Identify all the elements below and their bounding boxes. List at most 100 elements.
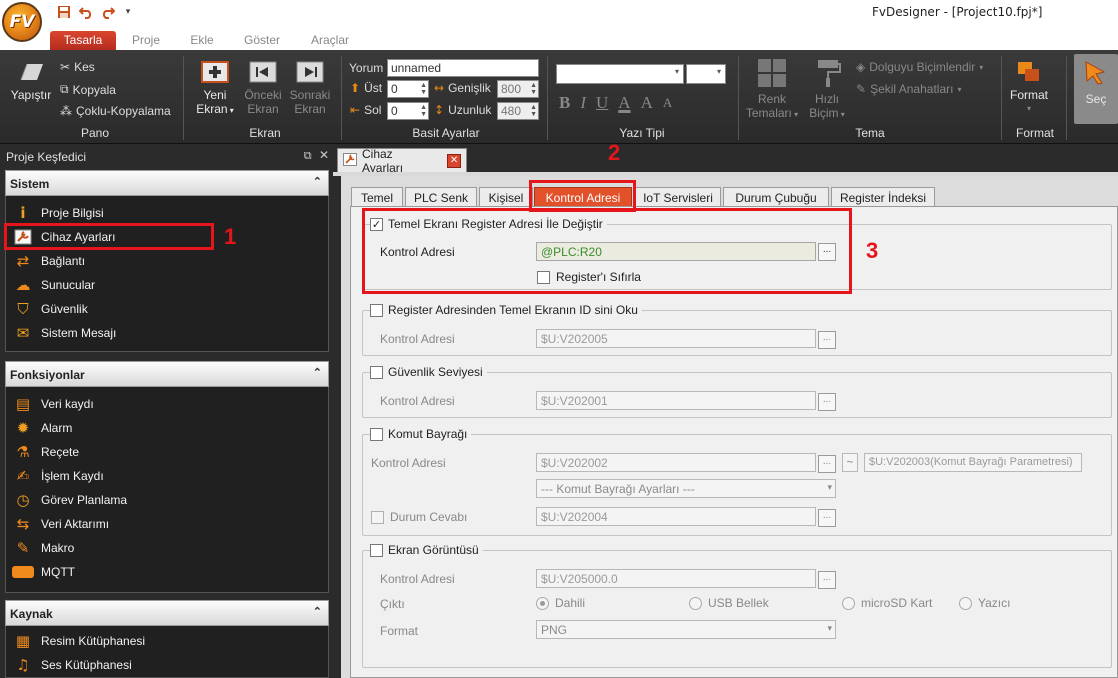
- tab-kisisel[interactable]: Kişisel: [479, 187, 533, 207]
- section-header-kaynak[interactable]: Kaynak ⌃: [5, 600, 329, 626]
- document-tab-cihaz-ayarlari[interactable]: Cihaz Ayarları ✕: [337, 147, 467, 175]
- group-title-ekran-goruntusu[interactable]: Ekran Görüntüsü: [370, 543, 483, 557]
- command-flag-param-input[interactable]: $U:V202003(Komut Bayrağı Parametresi): [864, 453, 1082, 472]
- paste-button[interactable]: Yapıştır: [8, 60, 54, 102]
- font-family-select[interactable]: ▾: [556, 64, 684, 84]
- underline-button[interactable]: U: [596, 93, 608, 113]
- spinner-icon[interactable]: ▲ ▼: [420, 104, 427, 118]
- screenshot-address-input[interactable]: $U:V205000.0: [536, 569, 816, 588]
- browse-address-button[interactable]: ...: [818, 571, 836, 589]
- chevron-up-icon[interactable]: ⌃: [313, 175, 322, 188]
- group-title-komut-bayragi[interactable]: Komut Bayrağı: [370, 427, 472, 441]
- shape-outline-button[interactable]: ✎ Şekil Anahatları ▾: [856, 82, 961, 96]
- section-header-sistem[interactable]: Sistem ⌃: [5, 170, 329, 196]
- nav-item-guvenlik[interactable]: ⛉ Güvenlik: [11, 298, 311, 320]
- tab-tasarla[interactable]: Tasarla: [50, 31, 116, 50]
- color-themes-button[interactable]: Renk Temaları ▾: [744, 58, 800, 122]
- tab-temel[interactable]: Temel: [351, 187, 403, 207]
- tab-goster[interactable]: Göster: [238, 31, 286, 50]
- nav-item-recete[interactable]: ⚗ Reçete: [11, 441, 311, 463]
- browse-address-button[interactable]: ...: [818, 393, 836, 411]
- comment-input[interactable]: unnamed: [387, 59, 539, 77]
- durum-cevabi-option[interactable]: Durum Cevabı: [371, 510, 467, 524]
- bold-button[interactable]: B: [559, 93, 570, 113]
- nav-item-sunucular[interactable]: ☁ Sunucular: [11, 274, 311, 296]
- command-flag-address-input[interactable]: $U:V202002: [536, 453, 816, 472]
- checkbox-durum-cevabi[interactable]: [371, 510, 384, 524]
- security-address-input[interactable]: $U:V202001: [536, 391, 816, 410]
- spinner-icon[interactable]: ▲ ▼: [530, 104, 537, 118]
- group-title-guvenlik-seviyesi[interactable]: Güvenlik Seviyesi: [370, 365, 487, 379]
- spinner-icon[interactable]: ▲ ▼: [530, 82, 537, 96]
- nav-item-resim-kutuphanesi[interactable]: ▦ Resim Kütüphanesi: [11, 630, 311, 652]
- tab-plc-senk[interactable]: PLC Senk: [405, 187, 477, 207]
- radio-dahili[interactable]: Dahili: [536, 596, 585, 610]
- tab-durum-cubugu[interactable]: Durum Çubuğu: [723, 187, 829, 207]
- close-icon[interactable]: ✕: [319, 148, 329, 162]
- tab-proje[interactable]: Proje: [126, 31, 166, 50]
- nav-item-makro[interactable]: ✎ Makro: [11, 537, 311, 559]
- radio-dot[interactable]: [842, 596, 855, 610]
- nav-item-mqtt[interactable]: MQTT: [11, 561, 311, 583]
- checkbox-ekran-goruntusu[interactable]: [370, 543, 383, 557]
- nav-item-ses-kutuphanesi[interactable]: ♫ Ses Kütüphanesi: [11, 654, 311, 676]
- register-id-address-input[interactable]: $U:V202005: [536, 329, 816, 348]
- tab-araclar[interactable]: Araçlar: [304, 31, 356, 50]
- shrink-font-button[interactable]: A: [663, 95, 672, 111]
- copy-button[interactable]: ⧉ Kopyala: [60, 82, 116, 97]
- response-address-input[interactable]: $U:V202004: [536, 507, 816, 526]
- radio-microsd-kart[interactable]: microSD Kart: [842, 596, 932, 610]
- checkbox-guvenlik-seviyesi[interactable]: [370, 365, 383, 379]
- undo-icon[interactable]: [78, 4, 94, 20]
- height-input[interactable]: 480 ▲ ▼: [497, 102, 539, 120]
- command-flag-settings-select[interactable]: --- Komut Bayrağı Ayarları --- ▾: [536, 479, 836, 498]
- nav-item-veri-aktarimi[interactable]: ⇆ Veri Aktarımı: [11, 513, 311, 535]
- browse-address-button[interactable]: ...: [818, 331, 836, 349]
- top-input[interactable]: 0 ▲ ▼: [387, 80, 429, 98]
- nav-item-alarm[interactable]: ✹ Alarm: [11, 417, 311, 439]
- customize-icon[interactable]: ▾: [120, 4, 136, 20]
- grow-font-button[interactable]: A: [641, 93, 653, 113]
- tab-register-indeksi[interactable]: Register İndeksi: [831, 187, 935, 207]
- close-icon[interactable]: ✕: [447, 153, 461, 168]
- radio-yazici[interactable]: Yazıcı: [959, 596, 1010, 610]
- multi-copy-button[interactable]: ⁂ Çoklu-Kopyalama: [60, 104, 171, 118]
- save-icon[interactable]: [56, 4, 72, 20]
- radio-dot[interactable]: [959, 596, 972, 610]
- radio-usb-bellek[interactable]: USB Bellek: [689, 596, 769, 610]
- nav-item-sistem-mesaji[interactable]: ✉ Sistem Mesajı: [11, 322, 311, 344]
- nav-item-islem-kaydi[interactable]: ✍ İşlem Kaydı: [11, 465, 311, 487]
- fill-format-button[interactable]: ◈ Dolguyu Biçimlendir ▾: [856, 60, 983, 74]
- select-button[interactable]: Seç: [1074, 54, 1118, 124]
- left-input[interactable]: 0 ▲ ▼: [387, 102, 429, 120]
- prev-screen-button[interactable]: Önceki Ekran: [242, 60, 284, 116]
- checkbox-register-id[interactable]: [370, 303, 383, 317]
- app-logo[interactable]: FV: [2, 2, 42, 42]
- browse-address-button[interactable]: ...: [818, 455, 836, 473]
- chevron-up-icon[interactable]: ⌃: [313, 605, 322, 618]
- radio-dot[interactable]: [689, 596, 702, 610]
- quick-format-button[interactable]: Hızlı Biçim ▾: [806, 58, 848, 122]
- checkbox-komut-bayragi[interactable]: [370, 427, 383, 441]
- font-size-select[interactable]: ▾: [686, 64, 726, 84]
- nav-item-proje-bilgisi[interactable]: i Proje Bilgisi: [11, 202, 311, 224]
- section-header-fonksiyonlar[interactable]: Fonksiyonlar ⌃: [5, 361, 329, 387]
- tab-ekle[interactable]: Ekle: [184, 31, 220, 50]
- next-screen-button[interactable]: Sonraki Ekran: [288, 60, 332, 116]
- tab-iot-servisleri[interactable]: IoT Servisleri: [635, 187, 721, 207]
- cut-button[interactable]: ✂ Kes: [60, 60, 95, 74]
- radio-dot[interactable]: [536, 596, 549, 610]
- group-title-register-id[interactable]: Register Adresinden Temel Ekranın ID sin…: [370, 303, 642, 317]
- format-button[interactable]: Format ▾: [1006, 60, 1052, 116]
- format-select[interactable]: PNG ▾: [536, 620, 836, 639]
- width-input[interactable]: 800 ▲ ▼: [497, 80, 539, 98]
- nav-item-gorev-planlama[interactable]: ◷ Görev Planlama: [11, 489, 311, 511]
- browse-address-button[interactable]: ...: [818, 509, 836, 527]
- nav-item-baglanti[interactable]: ⇄ Bağlantı: [11, 250, 311, 272]
- pin-icon[interactable]: ⧉: [304, 149, 312, 162]
- chevron-up-icon[interactable]: ⌃: [313, 366, 322, 379]
- font-color-button[interactable]: A: [618, 93, 630, 113]
- new-screen-button[interactable]: Yeni Ekran ▾: [194, 60, 236, 118]
- nav-item-veri-kaydi[interactable]: ▤ Veri kaydı: [11, 393, 311, 415]
- italic-button[interactable]: I: [580, 93, 586, 113]
